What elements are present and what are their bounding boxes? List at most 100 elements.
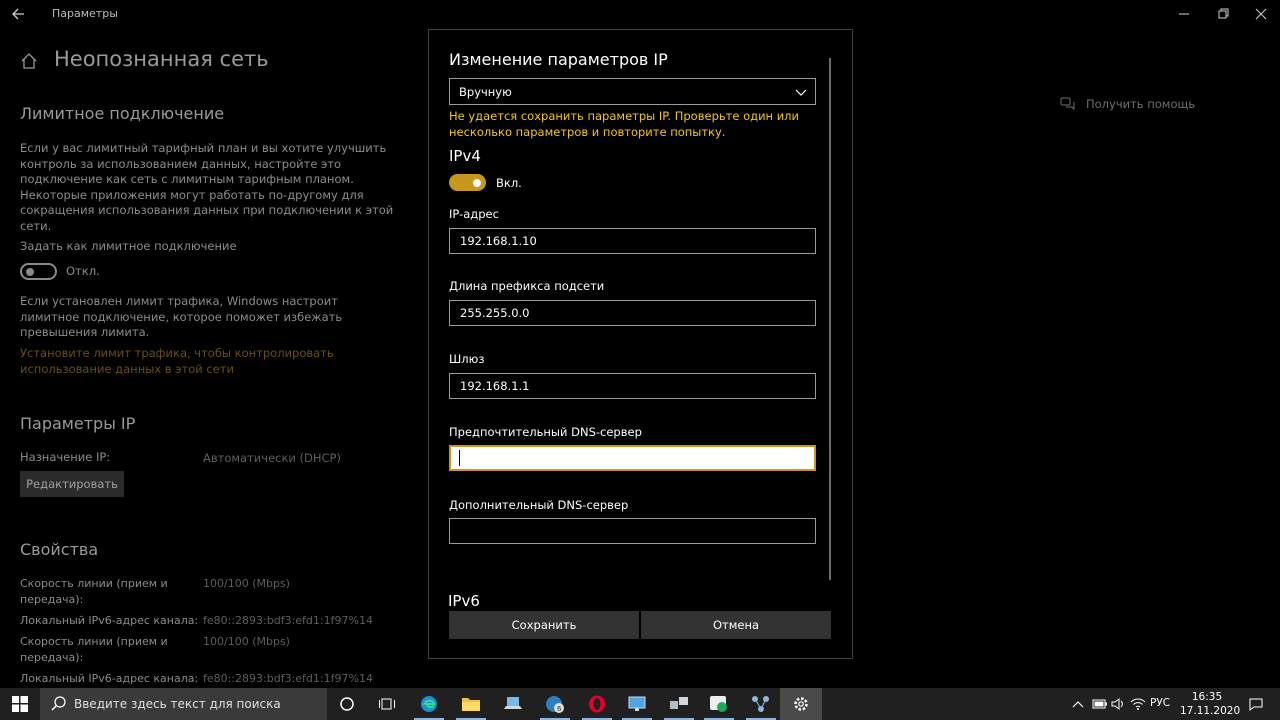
text-caret: [459, 450, 460, 466]
ipv4-toggle-state: Вкл.: [496, 176, 522, 190]
tray-overflow[interactable]: [1068, 688, 1088, 720]
subnet-prefix-label: Длина префикса подсети: [449, 279, 605, 293]
taskbar-remote-app[interactable]: [492, 688, 534, 720]
network-status-icon: [710, 696, 727, 712]
maximize-button[interactable]: [1211, 4, 1235, 24]
arrow-left-icon: [12, 8, 24, 20]
prop-label: Локальный IPv6-адрес канала:: [20, 614, 199, 627]
close-button[interactable]: [1249, 4, 1273, 24]
taskbar-edge[interactable]: [408, 688, 450, 720]
ip-settings-heading: Параметры IP: [20, 414, 136, 433]
gateway-input[interactable]: [449, 373, 816, 399]
notification-icon: [1249, 698, 1263, 711]
cancel-button[interactable]: Отмена: [641, 611, 831, 639]
svg-text:6: 6: [557, 705, 562, 713]
chevron-up-icon: [1072, 701, 1084, 708]
limit-note: Если установлен лимит трафика, Windows н…: [20, 294, 343, 339]
metered-toggle[interactable]: [20, 263, 57, 280]
restore-icon: [1218, 8, 1229, 19]
wifi-icon: [1130, 698, 1146, 710]
network-badge-icon: 6: [546, 696, 564, 713]
alternate-dns-label: Дополнительный DNS-сервер: [449, 498, 629, 512]
prop-value: fe80::2893:bdf3:efd1:1f97%14: [203, 614, 373, 627]
save-button[interactable]: Сохранить: [449, 611, 639, 639]
home-icon[interactable]: [20, 52, 38, 70]
minimize-icon: [1179, 13, 1189, 15]
task-view-button[interactable]: [366, 688, 408, 720]
metered-toggle-state: Откл.: [66, 264, 100, 278]
gear-icon: [794, 697, 808, 711]
speaker-icon: [1111, 698, 1123, 710]
action-center-button[interactable]: [1244, 688, 1268, 720]
monitor-icon: [628, 696, 646, 711]
dialog-scrollbar[interactable]: [829, 58, 831, 580]
tray-clock[interactable]: 16:35 17.11.2020: [1180, 690, 1240, 718]
gateway-label: Шлюз: [449, 352, 485, 366]
subnet-prefix-input[interactable]: [449, 300, 816, 326]
minimize-button[interactable]: [1172, 4, 1196, 24]
prop-label: Локальный IPv6-адрес канала:: [20, 672, 199, 685]
cortana-button[interactable]: [326, 688, 368, 720]
app-title: Параметры: [52, 7, 118, 20]
metered-heading: Лимитное подключение: [20, 104, 225, 123]
alternate-dns-input[interactable]: [449, 518, 816, 544]
prop-label: Скорость линии (прием и передача):: [20, 635, 168, 664]
tray-volume[interactable]: [1108, 688, 1128, 720]
network-map-icon: [752, 696, 769, 712]
windows-logo-icon: [12, 696, 28, 712]
metered-description: Если у вас лимитный тарифный план и вы х…: [20, 141, 394, 233]
taskbar: Введите здесь текст для поиска 6 РУС 16:…: [0, 688, 1280, 720]
ipv6-heading: IPv6: [448, 592, 480, 610]
ipv4-toggle[interactable]: [449, 174, 486, 191]
search-icon: [51, 696, 66, 711]
chevron-down-icon: [795, 89, 807, 96]
preferred-dns-label: Предпочтительный DNS-сервер: [449, 425, 642, 439]
limit-link[interactable]: Установите лимит трафика, чтобы контроли…: [20, 346, 400, 377]
battery-icon: [1092, 699, 1107, 709]
tray-network[interactable]: [1128, 688, 1148, 720]
search-placeholder: Введите здесь текст для поиска: [74, 697, 281, 711]
error-message: Не удается сохранить параметры IP. Прове…: [449, 109, 800, 139]
clock-time: 16:35: [1191, 691, 1223, 703]
edit-ip-dialog: Изменение параметров IP Вручную Не удает…: [428, 29, 853, 659]
tray-battery[interactable]: [1090, 688, 1110, 720]
opera-icon: [589, 695, 605, 713]
ip-mode-select[interactable]: Вручную: [449, 78, 816, 105]
title-bar: Параметры: [0, 0, 1280, 28]
dialog-title: Изменение параметров IP: [449, 50, 668, 69]
ip-address-label: IP-адрес: [449, 207, 499, 221]
ip-assign-value: Автоматически (DHCP): [203, 451, 341, 465]
taskbar-network-status[interactable]: [698, 688, 740, 720]
taskbar-opera[interactable]: [576, 688, 618, 720]
network-computers-icon: [670, 697, 688, 709]
edit-button[interactable]: Редактировать: [20, 471, 124, 497]
page-title: Неопознанная сеть: [54, 47, 269, 71]
prop-value: 100/100 (Mbps): [203, 635, 290, 648]
start-button[interactable]: [0, 688, 40, 720]
prop-value: fe80::2893:bdf3:efd1:1f97%14: [203, 672, 373, 685]
tray-language[interactable]: РУС: [1150, 697, 1170, 709]
ipv4-heading: IPv4: [449, 147, 481, 165]
taskbar-network-map[interactable]: [740, 688, 782, 720]
cortana-circle-icon: [340, 697, 354, 711]
get-help-link[interactable]: Получить помощь: [1060, 97, 1195, 111]
help-chat-icon: [1060, 97, 1075, 111]
back-button[interactable]: [8, 4, 30, 24]
prop-value: 100/100 (Mbps): [203, 577, 290, 590]
properties-heading: Свойства: [20, 540, 99, 559]
ip-mode-selected: Вручную: [459, 85, 512, 99]
taskbar-settings[interactable]: [780, 688, 822, 720]
metered-toggle-caption: Задать как лимитное подключение: [20, 239, 237, 253]
taskbar-file-explorer[interactable]: [450, 688, 492, 720]
prop-label: Скорость линии (прием и передача):: [20, 577, 168, 606]
preferred-dns-input[interactable]: [449, 445, 816, 471]
taskbar-network-app[interactable]: 6: [534, 688, 576, 720]
edge-icon: [421, 696, 437, 712]
taskbar-monitor-app[interactable]: [616, 688, 658, 720]
taskbar-network-tool[interactable]: [658, 688, 700, 720]
folder-icon: [462, 698, 480, 711]
close-icon: [1255, 8, 1267, 20]
ip-address-input[interactable]: [449, 228, 816, 254]
ip-assign-label: Назначение IP:: [20, 450, 111, 464]
taskbar-search[interactable]: Введите здесь текст для поиска: [40, 688, 327, 720]
